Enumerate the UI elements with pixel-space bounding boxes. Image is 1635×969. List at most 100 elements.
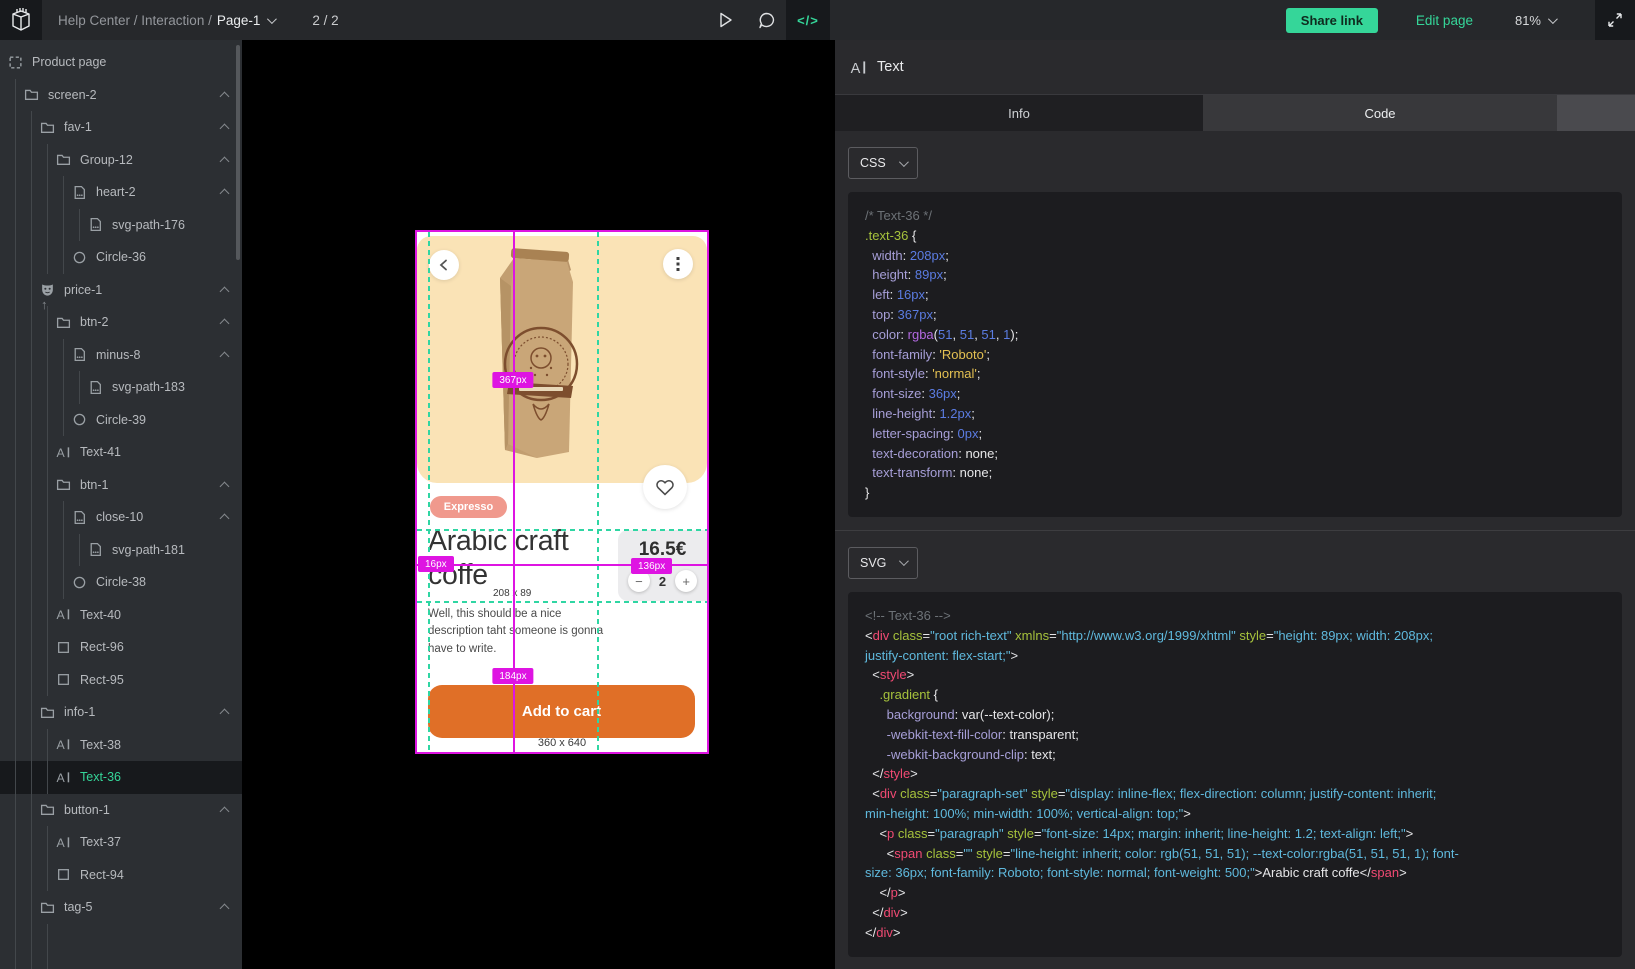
css-format-dropdown[interactable]: CSS <box>848 147 918 179</box>
inspector-panel: A Text Info Code CSS /* Text-36 */.text-… <box>835 40 1635 969</box>
chevron-up-icon[interactable] <box>220 351 230 361</box>
code-line: <span class="" style="line-height: inher… <box>865 844 1605 864</box>
chevron-up-icon[interactable] <box>220 124 230 134</box>
tree-indent-guide <box>47 761 48 794</box>
layer-label: Text-38 <box>80 738 121 752</box>
tree-indent-guide <box>15 436 16 469</box>
artboard-product-page[interactable]: Expresso Arabic craft coffe 208 x 89 16.… <box>417 232 707 752</box>
layer-item-circle-38[interactable]: Circle-38 <box>0 566 242 599</box>
chevron-up-icon[interactable] <box>220 286 230 296</box>
fullscreen-button[interactable] <box>1595 0 1635 40</box>
layer-item-heart-2[interactable]: heart-2 <box>0 176 242 209</box>
chevron-up-icon[interactable] <box>220 91 230 101</box>
layer-item-svg-path-181[interactable]: svg-path-181 <box>0 534 242 567</box>
rect-icon <box>56 672 71 687</box>
layer-item-tag-5[interactable]: tag-5 <box>0 891 242 924</box>
more-options-button[interactable] <box>663 249 693 279</box>
tree-indent-guide <box>47 176 48 209</box>
layer-item-rect-94[interactable]: Rect-94 <box>0 859 242 892</box>
breadcrumb-current-page[interactable]: Page-1 <box>217 13 275 28</box>
back-button[interactable] <box>429 250 459 280</box>
layer-item-text-38[interactable]: AText-38 <box>0 729 242 762</box>
comment-button[interactable] <box>746 0 786 40</box>
layer-item-circle-39[interactable]: Circle-39 <box>0 404 242 437</box>
layer-item-btn-1[interactable]: btn-1 <box>0 469 242 502</box>
tree-indent-guide <box>31 534 32 567</box>
code-line: top: 367px; <box>865 305 1605 325</box>
svg-file-icon <box>88 380 103 395</box>
layer-item-text-41[interactable]: AText-41 <box>0 436 242 469</box>
rect-icon <box>56 867 71 882</box>
circle-icon <box>72 250 87 265</box>
chevron-up-icon[interactable] <box>220 806 230 816</box>
layer-item-group-12[interactable]: Group-12 <box>0 144 242 177</box>
tree-indent-guide <box>31 404 32 437</box>
layer-label: close-10 <box>96 510 143 524</box>
topbar-actions: Share link Edit page 81% <box>1286 0 1635 40</box>
layer-item-minus-8[interactable]: minus-8 <box>0 339 242 372</box>
tree-indent-guide <box>31 371 32 404</box>
app-logo[interactable] <box>0 0 42 40</box>
chevron-up-icon[interactable] <box>220 709 230 719</box>
layer-item-svg-path-183[interactable]: svg-path-183 <box>0 371 242 404</box>
chevron-up-icon[interactable] <box>220 904 230 914</box>
layer-item-rect-96[interactable]: Rect-96 <box>0 631 242 664</box>
code-line: .text-36 { <box>865 226 1605 246</box>
chevron-up-icon[interactable] <box>220 319 230 329</box>
increase-quantity-button[interactable]: + <box>675 570 697 592</box>
chevron-up-icon[interactable] <box>220 481 230 491</box>
tree-indent-guide <box>15 729 16 762</box>
share-link-button[interactable]: Share link <box>1286 8 1378 33</box>
layer-item-product-page[interactable]: Product page <box>0 46 242 79</box>
layer-item-screen-2[interactable]: screen-2 <box>0 79 242 112</box>
layer-item-price-1[interactable]: price-1↑ <box>0 274 242 307</box>
tree-indent-guide <box>31 664 32 697</box>
heart-icon <box>654 477 676 497</box>
chevron-up-icon[interactable] <box>220 189 230 199</box>
code-line: text-decoration: none; <box>865 444 1605 464</box>
product-image-area[interactable] <box>417 236 707 483</box>
layer-label: info-1 <box>64 705 95 719</box>
svg-text:A: A <box>57 446 66 460</box>
chevron-up-icon[interactable] <box>220 514 230 524</box>
breadcrumb-prefix[interactable]: Help Center / Interaction / <box>58 13 212 28</box>
edit-page-link[interactable]: Edit page <box>1416 13 1473 28</box>
layer-item-fav-1[interactable]: fav-1 <box>0 111 242 144</box>
tab-info[interactable]: Info <box>835 95 1203 131</box>
kebab-menu-icon <box>676 256 680 272</box>
layer-label: fav-1 <box>64 120 92 134</box>
product-title[interactable]: Arabic craft coffe <box>428 525 602 592</box>
layer-item-text-37[interactable]: AText-37 <box>0 826 242 859</box>
design-canvas[interactable]: Expresso Arabic craft coffe 208 x 89 16.… <box>242 40 835 969</box>
layer-item-btn-2[interactable]: btn-2 <box>0 306 242 339</box>
zoom-level-control[interactable]: 81% <box>1515 13 1555 28</box>
code-line: } <box>865 483 1605 503</box>
code-mode-button[interactable]: </> <box>786 0 830 40</box>
tree-indent-guide <box>31 306 32 339</box>
layer-label: Product page <box>32 55 106 69</box>
product-tag[interactable]: Expresso <box>430 496 507 518</box>
tab-code[interactable]: Code <box>1203 95 1557 131</box>
layer-item-text-40[interactable]: AText-40 <box>0 599 242 632</box>
text-icon: A <box>56 770 71 785</box>
top-bar: Help Center / Interaction / Page-1 2 / 2… <box>0 0 1635 40</box>
layer-item-button-1[interactable]: button-1 <box>0 794 242 827</box>
chevron-down-icon <box>1548 14 1558 24</box>
layer-item-text-36[interactable]: AText-36 <box>0 761 242 794</box>
layer-item-svg-path-176[interactable]: svg-path-176 <box>0 209 242 242</box>
svg-format-dropdown[interactable]: SVG <box>848 547 918 579</box>
sidebar-scrollbar[interactable] <box>236 45 240 260</box>
favorite-button[interactable] <box>643 465 687 509</box>
product-description[interactable]: Well, this should be a nice description … <box>428 606 610 658</box>
play-button[interactable] <box>706 0 746 40</box>
code-line: font-size: 36px; <box>865 384 1605 404</box>
layer-item-rect-95[interactable]: Rect-95 <box>0 664 242 697</box>
tree-indent-guide <box>47 501 48 534</box>
guide-line-horizontal-bottom <box>417 601 707 603</box>
layer-item-close-10[interactable]: close-10 <box>0 501 242 534</box>
layer-item-circle-36[interactable]: Circle-36 <box>0 241 242 274</box>
tree-indent-guide <box>31 696 32 729</box>
chevron-up-icon[interactable] <box>220 156 230 166</box>
add-to-cart-button[interactable]: Add to cart <box>428 685 695 738</box>
layer-item-info-1[interactable]: info-1 <box>0 696 242 729</box>
